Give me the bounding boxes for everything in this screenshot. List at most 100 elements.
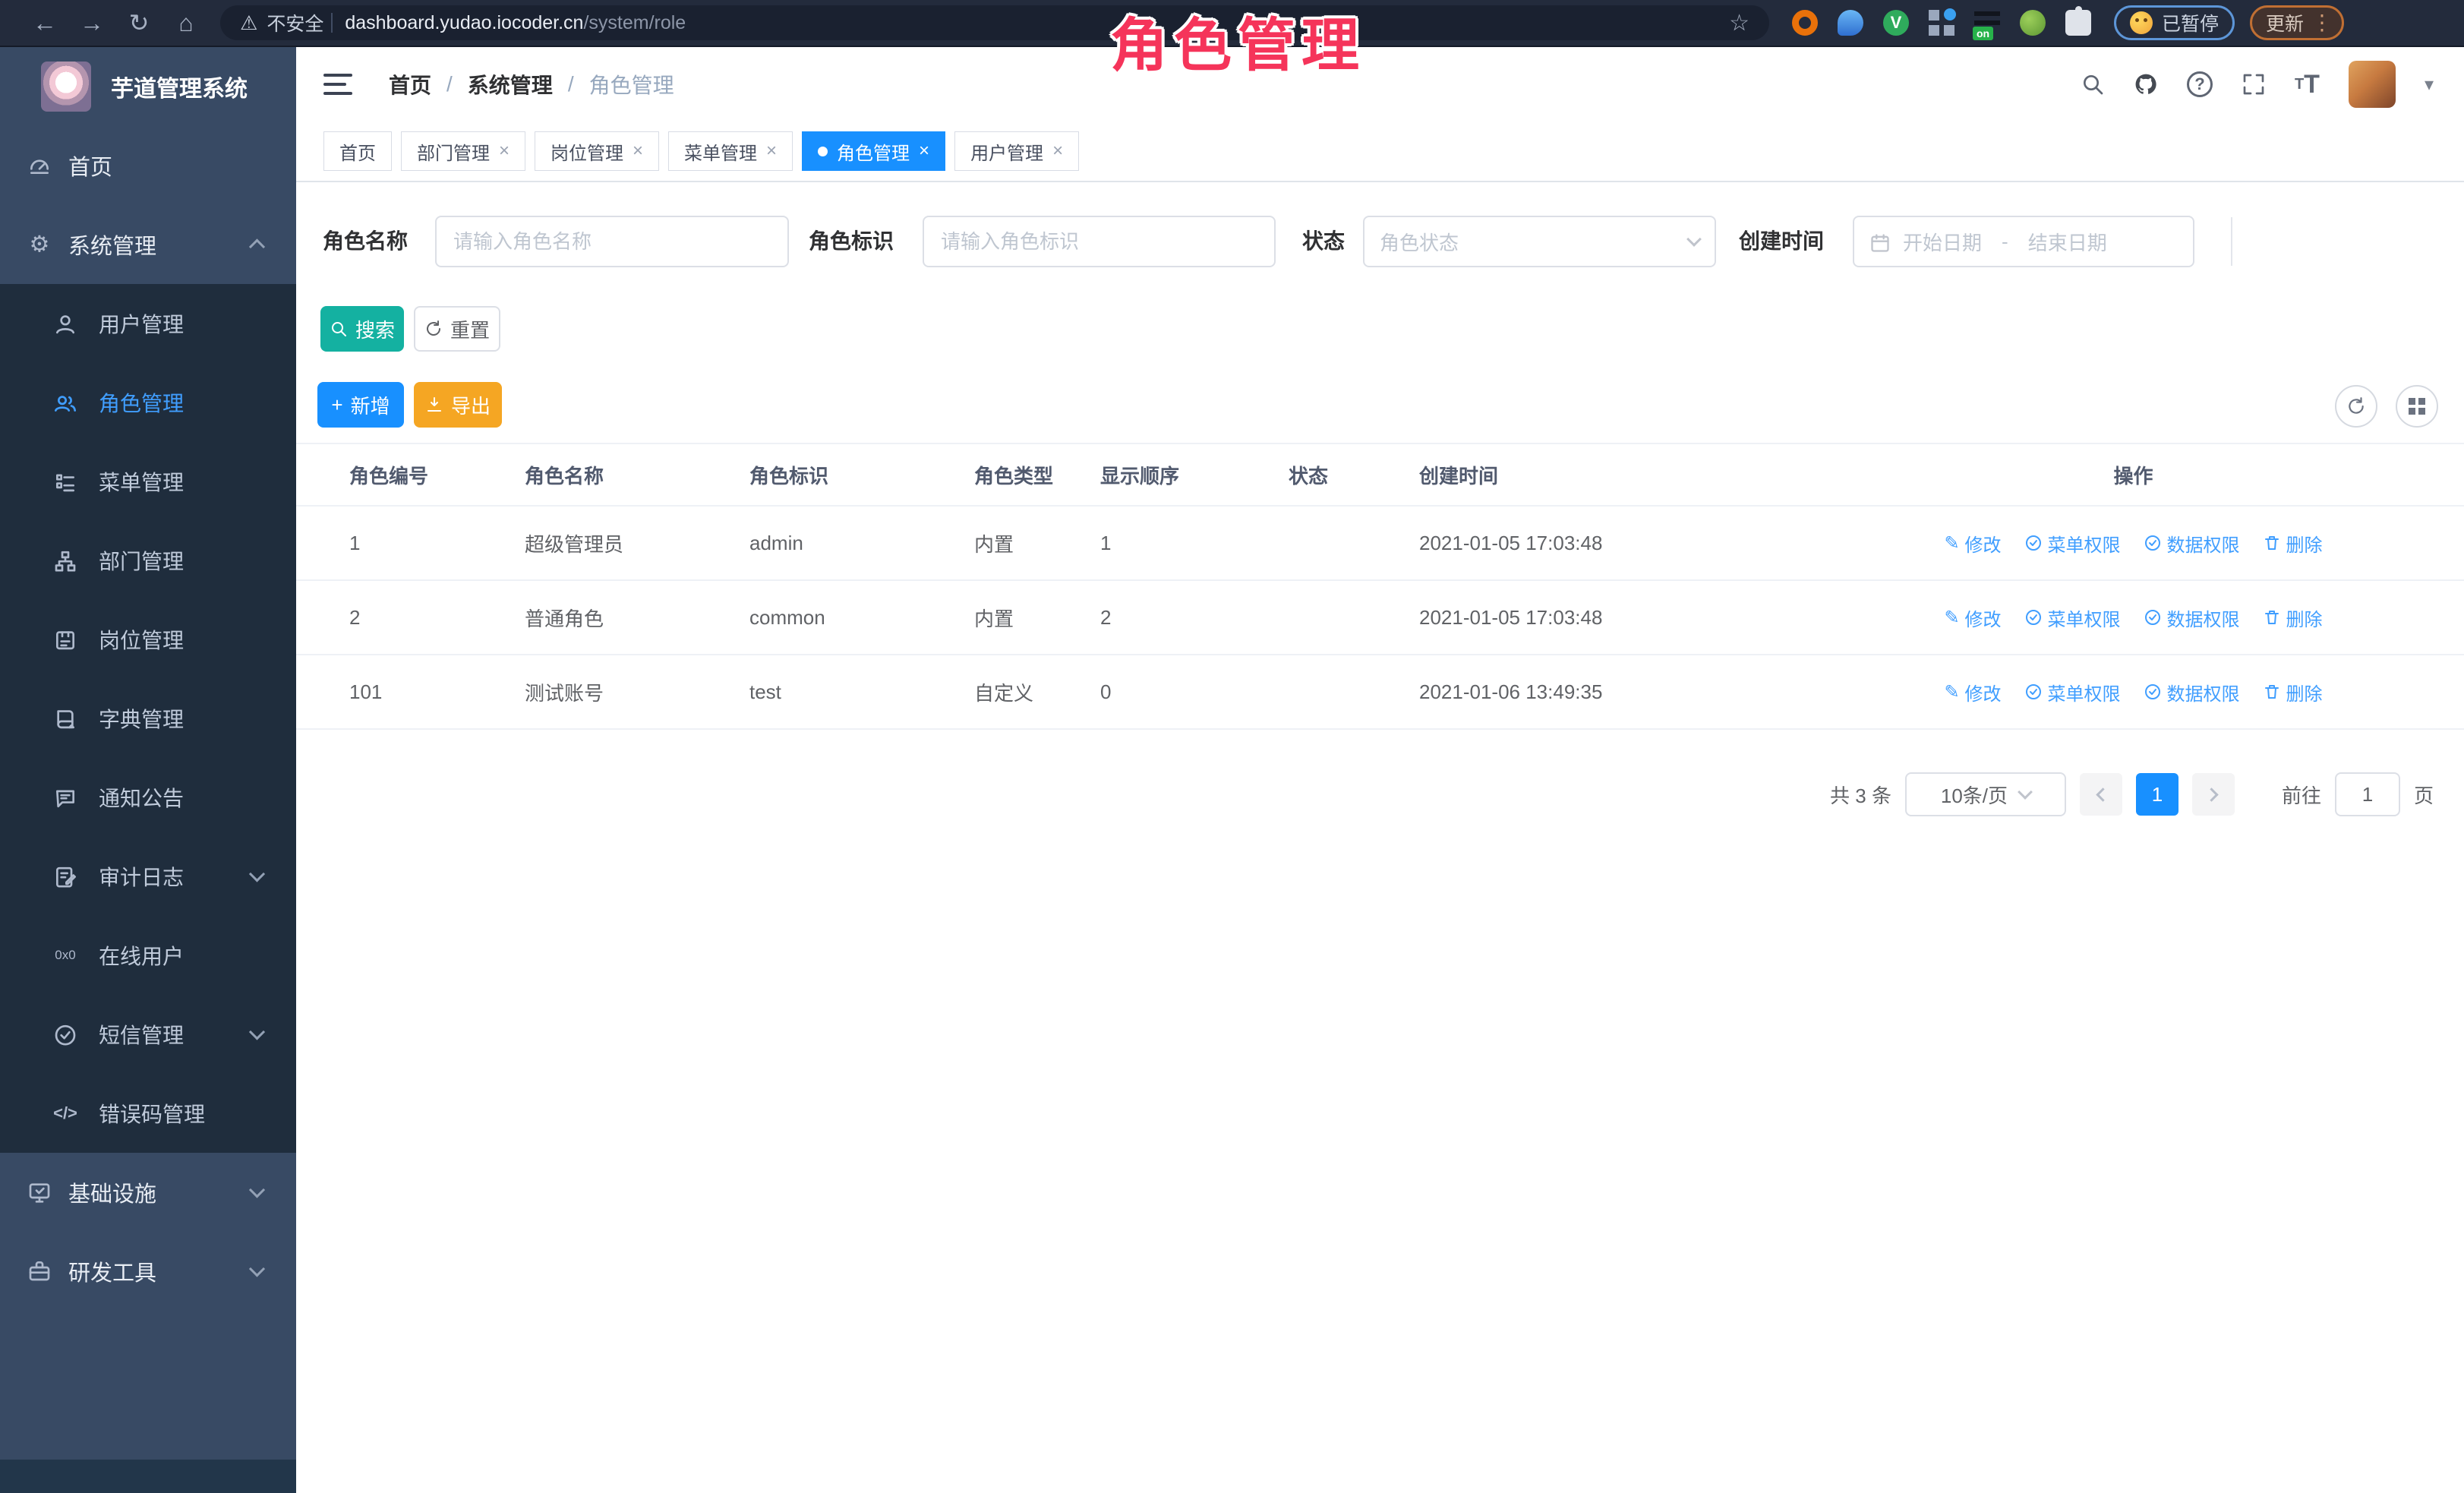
sidebar-item-sms[interactable]: 短信管理 — [0, 995, 296, 1074]
add-button[interactable]: + 新增 — [317, 382, 404, 428]
roles-icon — [47, 390, 84, 415]
sidebar-item-infrastructure[interactable]: 基础设施 — [0, 1153, 296, 1232]
column-settings-button[interactable] — [2396, 385, 2438, 428]
role-name-input[interactable] — [435, 216, 789, 267]
delete-link[interactable]: 删除 — [2263, 679, 2323, 705]
current-page-button[interactable]: 1 — [2136, 773, 2178, 816]
browser-reload-icon[interactable]: ↻ — [115, 0, 162, 46]
address-bar[interactable]: ⚠ 不安全 dashboard.yudao.iocoder.cn/system/… — [220, 5, 1769, 40]
sidebar-item-system[interactable]: ⚙ 系统管理 — [0, 205, 296, 284]
sidebar-item-dev-tools[interactable]: 研发工具 — [0, 1232, 296, 1311]
date-range-input[interactable]: 开始日期 - 结束日期 — [1853, 216, 2194, 267]
data-permission-link[interactable]: 数据权限 — [2144, 679, 2240, 705]
sidebar-item-home[interactable]: 首页 — [0, 126, 296, 205]
sidebar-item-departments[interactable]: 部门管理 — [0, 521, 296, 600]
reset-button[interactable]: 重置 — [414, 306, 500, 352]
goto-page-input[interactable] — [2335, 772, 2400, 816]
fullscreen-icon[interactable] — [2242, 72, 2266, 96]
page-size-select[interactable]: 10条/页 — [1905, 772, 2066, 816]
extension-monkey-icon[interactable] — [2020, 10, 2046, 36]
sidebar-item-menus[interactable]: 菜单管理 — [0, 442, 296, 521]
circle-check-icon — [2024, 534, 2043, 552]
extension-green-check-icon[interactable]: V — [1883, 10, 1909, 36]
export-button[interactable]: 导出 — [414, 382, 502, 428]
sidebar-item-dict[interactable]: 字典管理 — [0, 679, 296, 758]
prev-page-button[interactable] — [2080, 773, 2122, 816]
font-size-icon[interactable]: TT — [2295, 71, 2320, 97]
bookmark-star-icon[interactable]: ☆ — [1729, 10, 1749, 36]
help-icon[interactable]: ? — [2187, 71, 2213, 97]
edit-link[interactable]: ✎修改 — [1944, 604, 2001, 631]
extensions-puzzle-icon[interactable] — [2065, 10, 2091, 36]
sidebar-logo[interactable]: 芋道管理系统 — [0, 47, 296, 126]
col-actions: 操作 — [1815, 461, 2434, 489]
sidebar-item-error-codes[interactable]: </> 错误码管理 — [0, 1074, 296, 1153]
search-button[interactable]: 搜索 — [320, 306, 404, 352]
browser-back-icon[interactable]: ← — [21, 0, 68, 46]
menu-permission-link[interactable]: 菜单权限 — [2024, 530, 2121, 557]
pencil-icon: ✎ — [1944, 681, 1959, 703]
search-icon[interactable] — [2081, 72, 2105, 96]
role-key-input[interactable] — [923, 216, 1276, 267]
tab-home[interactable]: 首页 — [323, 131, 392, 171]
extension-drop-icon[interactable] — [1838, 10, 1863, 36]
close-icon[interactable]: × — [633, 142, 643, 160]
browser-menu-kebab-icon[interactable]: ⋮ — [2311, 12, 2333, 33]
hamburger-icon[interactable] — [323, 74, 352, 95]
close-icon[interactable]: × — [919, 142, 929, 160]
table-refresh-button[interactable] — [2335, 385, 2377, 428]
menu-permission-link[interactable]: 菜单权限 — [2024, 679, 2121, 705]
browser-forward-icon[interactable]: → — [68, 0, 115, 46]
tab-departments[interactable]: 部门管理 × — [401, 131, 525, 171]
avatar-caret-icon[interactable]: ▾ — [2425, 74, 2434, 96]
roles-table: 角色编号 角色名称 角色标识 角色类型 显示顺序 状态 创建时间 操作 1 超级… — [296, 443, 2464, 730]
dictionary-book-icon — [47, 705, 84, 731]
sidebar-item-users[interactable]: 用户管理 — [0, 284, 296, 363]
circle-check-icon — [2024, 608, 2043, 627]
sidebar-item-posts[interactable]: 岗位管理 — [0, 600, 296, 679]
next-page-button[interactable] — [2192, 773, 2235, 816]
col-role-id: 角色编号 — [331, 461, 506, 489]
breadcrumb-home[interactable]: 首页 — [389, 69, 431, 99]
address-divider — [331, 13, 333, 33]
data-permission-link[interactable]: 数据权限 — [2144, 530, 2240, 557]
app-title: 芋道管理系统 — [111, 70, 248, 103]
browser-home-icon[interactable]: ⌂ — [162, 0, 210, 46]
breadcrumb-system[interactable]: 系统管理 — [468, 69, 553, 99]
sidebar-item-online-users[interactable]: 0x0 在线用户 — [0, 916, 296, 995]
github-icon[interactable] — [2134, 72, 2158, 96]
breadcrumb-separator: / — [446, 72, 453, 96]
close-icon[interactable]: × — [499, 142, 510, 160]
close-icon[interactable]: × — [766, 142, 777, 160]
sidebar-item-roles[interactable]: 角色管理 — [0, 363, 296, 442]
extension-grid-icon[interactable] — [1929, 10, 1954, 36]
tab-roles[interactable]: 角色管理 × — [802, 131, 945, 171]
sidebar-item-audit-log[interactable]: 审计日志 — [0, 837, 296, 916]
menu-permission-link[interactable]: 菜单权限 — [2024, 604, 2121, 631]
tab-posts[interactable]: 岗位管理 × — [535, 131, 659, 171]
trash-icon — [2263, 608, 2281, 627]
chevron-right-icon — [2204, 788, 2218, 801]
edit-link[interactable]: ✎修改 — [1944, 679, 2001, 705]
data-permission-link[interactable]: 数据权限 — [2144, 604, 2240, 631]
chevron-down-icon — [2018, 784, 2033, 800]
col-status: 状态 — [1270, 461, 1401, 489]
chevron-left-icon — [2096, 788, 2109, 801]
sidebar-item-notice[interactable]: 通知公告 — [0, 758, 296, 837]
close-icon[interactable]: × — [1052, 142, 1063, 160]
delete-link[interactable]: 删除 — [2263, 604, 2323, 631]
paused-extension-pill[interactable]: 已暂停 — [2114, 5, 2235, 40]
tab-users[interactable]: 用户管理 × — [954, 131, 1079, 171]
date-end-placeholder: 结束日期 — [2028, 228, 2107, 256]
browser-update-pill[interactable]: 更新 ⋮ — [2250, 5, 2344, 40]
user-avatar[interactable] — [2349, 61, 2396, 108]
pagination: 共 3 条 10条/页 1 前往 页 — [1830, 771, 2434, 818]
extension-ring-icon[interactable] — [1792, 10, 1818, 36]
extension-bars-icon[interactable]: on — [1974, 10, 2000, 36]
table-row: 1 超级管理员 admin 内置 1 2021-01-05 17:03:48 ✎… — [296, 507, 2464, 581]
tab-menus[interactable]: 菜单管理 × — [668, 131, 793, 171]
pencil-icon: ✎ — [1944, 532, 1959, 554]
delete-link[interactable]: 删除 — [2263, 530, 2323, 557]
edit-link[interactable]: ✎修改 — [1944, 530, 2001, 557]
status-select[interactable]: 角色状态 — [1363, 216, 1716, 267]
